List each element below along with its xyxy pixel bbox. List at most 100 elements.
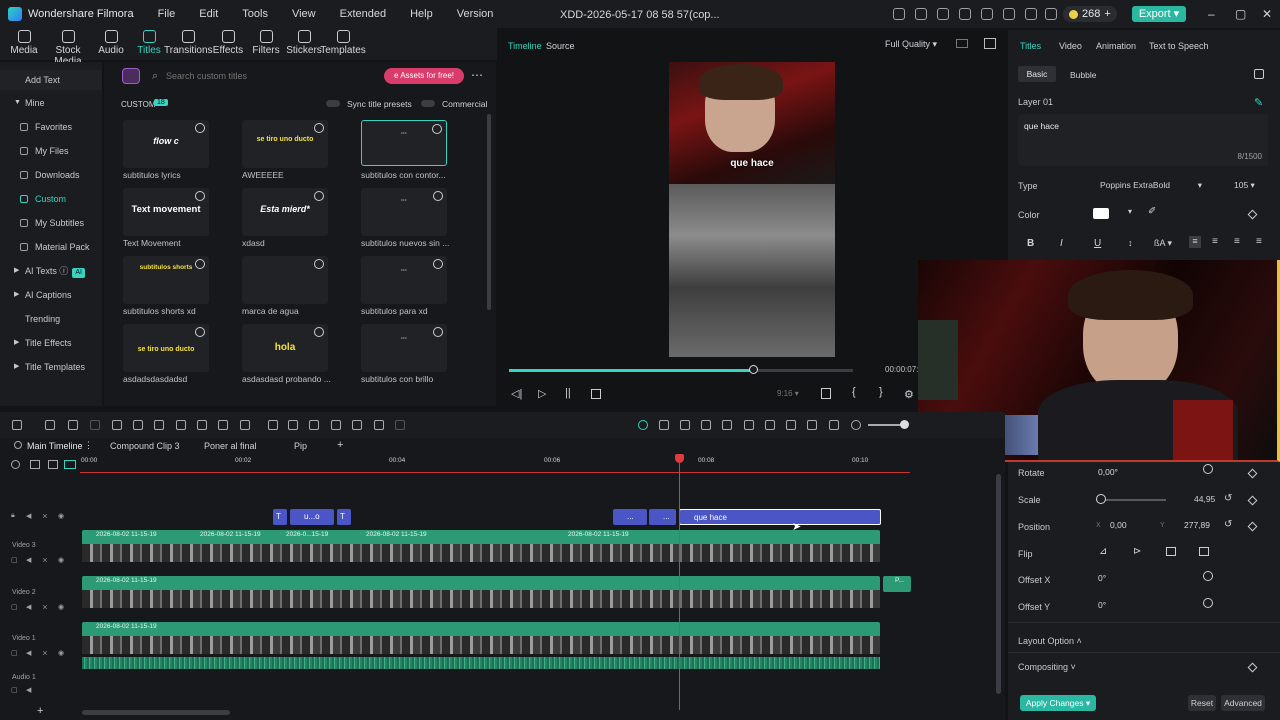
nav-title-templates[interactable]: ▶ Title Templates — [0, 357, 102, 377]
split-icon[interactable] — [133, 420, 143, 430]
search-input[interactable] — [166, 68, 366, 84]
title-preset-thumb[interactable]: subtitulos shorts — [123, 256, 209, 304]
tab-timeline[interactable]: Timeline — [508, 41, 542, 51]
rotate-dial[interactable] — [1203, 464, 1213, 474]
save-preset-icon[interactable] — [1254, 69, 1264, 79]
text-icon[interactable] — [154, 420, 164, 430]
pip-icon[interactable] — [807, 420, 817, 430]
mixer-icon[interactable] — [786, 420, 796, 430]
mute-icon[interactable]: ⨯ — [42, 556, 48, 564]
undo-icon[interactable] — [68, 420, 78, 430]
play-icon[interactable]: ▷ — [538, 387, 546, 400]
layout-option-toggle[interactable]: Layout Option ˄ — [1018, 636, 1082, 646]
next-frame-icon[interactable]: || — [565, 387, 571, 399]
auto-highlight-icon[interactable] — [722, 420, 732, 430]
lock-icon[interactable]: ▢ — [11, 603, 18, 611]
track-add-icon[interactable] — [48, 460, 58, 469]
title-preset-thumb-selected[interactable]: ··· — [361, 120, 447, 166]
scrub-bar[interactable] — [509, 365, 853, 374]
bell-icon[interactable] — [1045, 8, 1057, 20]
lock-icon[interactable]: ▢ — [11, 686, 18, 694]
offset-y-dial[interactable] — [1203, 598, 1213, 608]
mute-icon[interactable]: ⨯ — [42, 649, 48, 657]
nav-mine[interactable]: ▼ Mine — [0, 93, 102, 113]
bold-icon[interactable]: B — [1027, 238, 1034, 249]
settings-icon[interactable]: ⚙ — [904, 388, 914, 401]
rotate-right-icon[interactable] — [1199, 547, 1209, 556]
nav-ai-texts[interactable]: ▶ AI Texts ⓘ AI — [0, 261, 102, 281]
title-preset-thumb[interactable]: se tiro uno ducto — [242, 120, 328, 168]
tab-pip[interactable]: Pip — [294, 441, 307, 451]
underline-icon[interactable]: U — [1094, 238, 1101, 249]
nav-trending[interactable]: Trending — [0, 309, 102, 329]
subtab-bubble[interactable]: Bubble — [1070, 70, 1096, 80]
speaker-icon[interactable]: ◀ — [26, 686, 31, 694]
more-icon[interactable]: ⋮ — [84, 440, 93, 451]
mute-icon[interactable]: ⨯ — [42, 603, 48, 611]
library-scrollbar[interactable] — [487, 114, 491, 310]
tab-animation[interactable]: Animation — [1096, 41, 1136, 51]
spacing-icon[interactable]: ↕ — [1128, 238, 1133, 248]
mute-icon[interactable]: ⨯ — [42, 512, 48, 520]
cloud-icon[interactable] — [1003, 8, 1015, 20]
title-preset-thumb[interactable]: Text movement — [123, 188, 209, 236]
quality-select[interactable]: Full Quality ▾ — [885, 39, 937, 50]
marker-icon[interactable] — [680, 420, 690, 430]
settings-icon[interactable] — [11, 460, 20, 469]
track-view-icon[interactable] — [64, 460, 76, 469]
title-clip[interactable]: ... — [613, 509, 647, 525]
advanced-button[interactable]: Advanced — [1221, 695, 1265, 711]
title-clip[interactable]: u...o — [290, 509, 334, 525]
menu-file[interactable]: File — [158, 8, 176, 20]
add-text-item[interactable]: Add Text — [0, 70, 102, 90]
playhead[interactable] — [679, 458, 680, 710]
tab-source[interactable]: Source — [546, 41, 575, 51]
eye-icon[interactable]: ◉ — [58, 603, 64, 611]
color-swatch[interactable] — [1093, 208, 1109, 219]
lock-icon[interactable]: 🔒︎ — [11, 512, 15, 520]
align-right-icon[interactable]: ≡ — [1234, 236, 1240, 247]
speed-icon[interactable] — [218, 420, 228, 430]
font-select[interactable]: Poppins ExtraBold ▾ — [1094, 177, 1204, 193]
menu-tools[interactable]: Tools — [242, 8, 268, 20]
commercial-toggle[interactable] — [421, 100, 435, 107]
eye-icon[interactable]: ◉ — [58, 556, 64, 564]
title-preset-thumb[interactable]: ··· — [361, 324, 447, 372]
redo-icon[interactable] — [90, 420, 100, 430]
mic-icon[interactable] — [765, 420, 775, 430]
tab-main-timeline[interactable]: Main Timeline — [27, 441, 83, 451]
tool-templates[interactable]: Templates — [319, 30, 367, 56]
group-icon[interactable] — [331, 420, 341, 430]
snapshot-icon[interactable] — [984, 38, 996, 49]
keyframe-icon[interactable] — [1247, 662, 1258, 673]
add-tab-icon[interactable]: + — [337, 439, 343, 451]
prev-frame-icon[interactable]: ◁| — [511, 387, 522, 400]
timeline-v-scrollbar[interactable] — [996, 474, 1001, 694]
subtab-basic[interactable]: Basic — [1018, 66, 1056, 82]
chevron-down-icon[interactable]: ▾ — [1128, 207, 1132, 216]
title-clip[interactable]: T — [337, 509, 351, 525]
nav-custom[interactable]: Custom — [0, 189, 102, 209]
font-size-select[interactable]: 105 ▾ — [1228, 177, 1264, 193]
video-2-clip[interactable]: 2026-08-02 11-15-19 — [82, 576, 880, 608]
credits-badge[interactable]: 268 + — [1063, 6, 1117, 22]
ai-icon[interactable] — [268, 420, 278, 430]
monitor-icon[interactable] — [959, 8, 971, 20]
scale-value[interactable]: 44,95 — [1194, 494, 1215, 504]
reset-button[interactable]: Reset — [1188, 695, 1216, 711]
tab-poner-al-final[interactable]: Poner al final — [204, 441, 257, 451]
tab-video[interactable]: Video — [1059, 41, 1082, 51]
eye-icon[interactable]: ◉ — [58, 512, 64, 520]
keyframe-icon[interactable] — [1247, 209, 1258, 220]
zoom-out-icon[interactable] — [851, 420, 861, 430]
headset-icon[interactable] — [1025, 8, 1037, 20]
title-preset-thumb[interactable]: ··· — [361, 256, 447, 304]
minimize-icon[interactable]: – — [1208, 7, 1215, 21]
layout-icon[interactable] — [12, 420, 22, 430]
reset-icon[interactable]: ↺ — [1224, 493, 1232, 504]
community-icon[interactable] — [937, 8, 949, 20]
video-2-small-clip[interactable]: P... — [883, 576, 911, 592]
tab-text-to-speech[interactable]: Text to Speech — [1149, 41, 1209, 51]
video-3-clip[interactable]: 2026-08-02 11-15-19 2026-08-02 11-15-19 … — [82, 530, 880, 562]
keyframe-icon[interactable] — [1247, 468, 1258, 479]
